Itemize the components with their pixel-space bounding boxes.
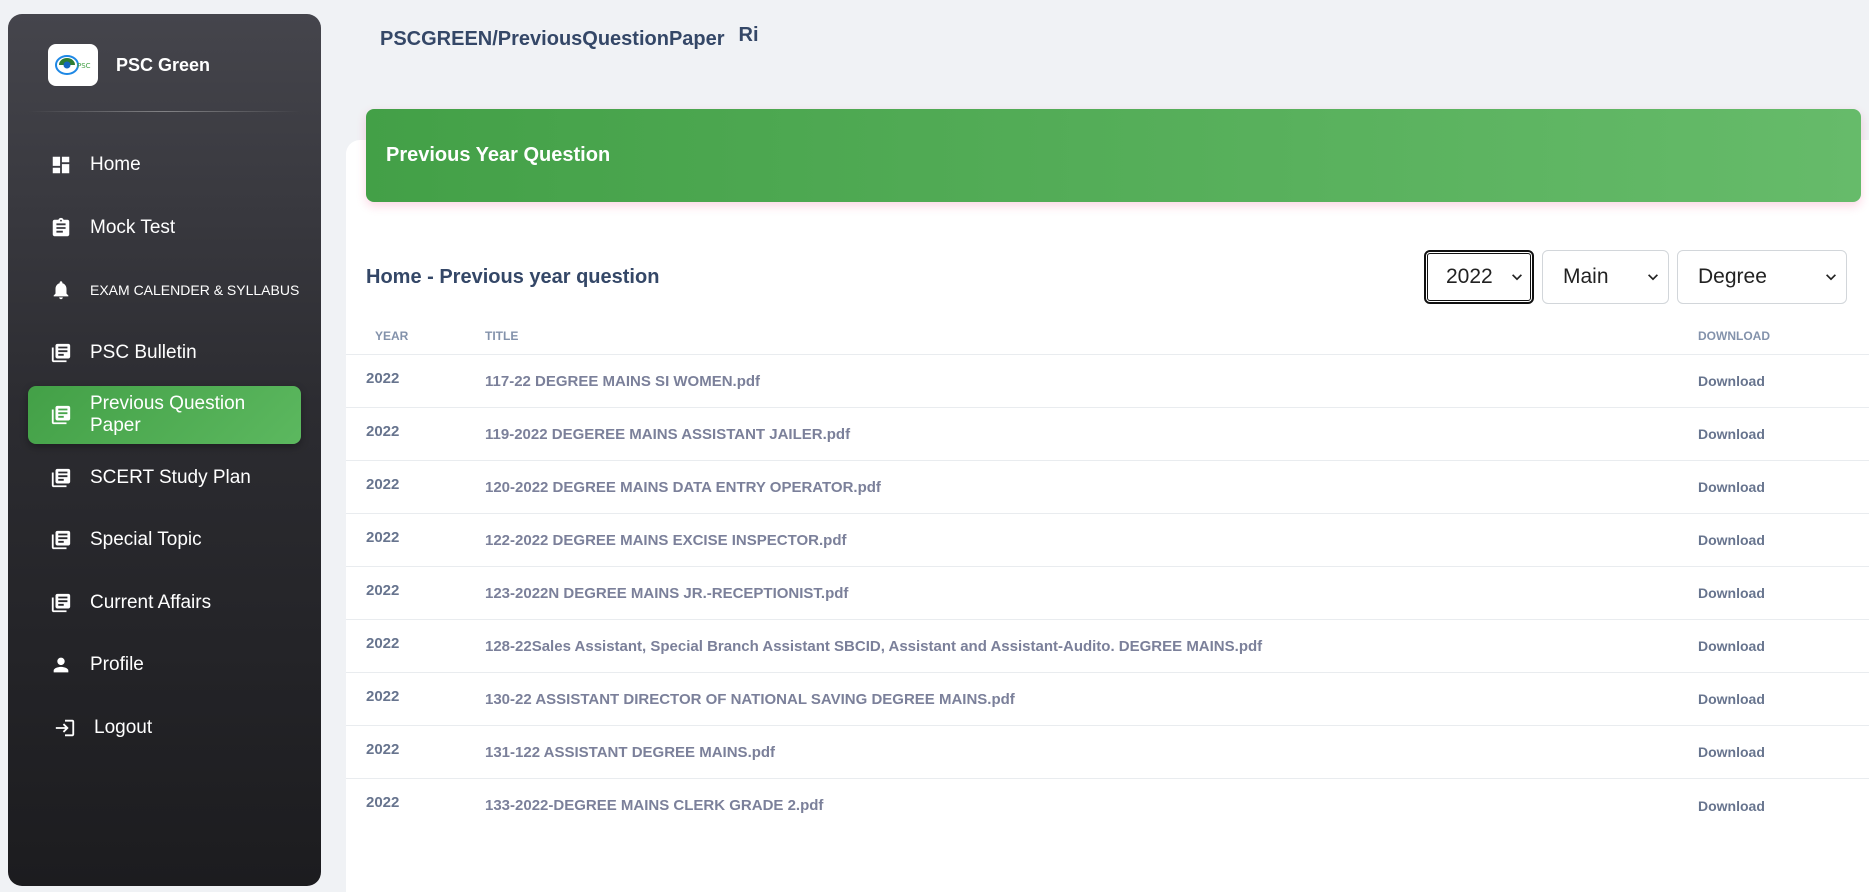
brand[interactable]: PSC PSC Green: [48, 44, 210, 86]
table-row: 2022 119-2022 DEGEREE MAINS ASSISTANT JA…: [346, 408, 1869, 461]
column-header-title: TITLE: [485, 329, 519, 343]
sidebar-item-previous-question-paper[interactable]: Previous Question Paper: [28, 386, 301, 444]
page-banner: Previous Year Question: [366, 109, 1861, 202]
year-select-value: 2022: [1446, 265, 1493, 288]
sidebar-item-logout[interactable]: Logout: [28, 699, 301, 757]
row-year: 2022: [366, 634, 400, 652]
table-row: 2022 117-22 DEGREE MAINS SI WOMEN.pdf Do…: [346, 355, 1869, 408]
row-title: 133-2022-DEGREE MAINS CLERK GRADE 2.pdf: [485, 797, 824, 814]
table-row: 2022 130-22 ASSISTANT DIRECTOR OF NATION…: [346, 673, 1869, 726]
psc-green-logo-icon: PSC: [55, 55, 91, 75]
chevron-down-icon: [1826, 274, 1836, 281]
table-row: 2022 120-2022 DEGREE MAINS DATA ENTRY OP…: [346, 461, 1869, 514]
table-row: 2022 123-2022N DEGREE MAINS JR.-RECEPTIO…: [346, 567, 1869, 620]
row-title: 119-2022 DEGEREE MAINS ASSISTANT JAILER.…: [485, 425, 851, 443]
sidebar-item-label: Current Affairs: [90, 591, 212, 613]
question-paper-table: YEAR TITLE DOWNLOAD 2022 117-22 DEGREE M…: [346, 318, 1869, 832]
library-icon: [48, 340, 74, 366]
download-link[interactable]: Download: [1698, 744, 1869, 760]
table-row: 2022 128-22Sales Assistant, Special Bran…: [346, 620, 1869, 673]
row-year: 2022: [366, 740, 400, 758]
sidebar-item-profile[interactable]: Profile: [28, 636, 301, 694]
person-icon: [48, 652, 74, 678]
download-link[interactable]: Download: [1698, 798, 1869, 814]
row-title: 123-2022N DEGREE MAINS JR.-RECEPTIONIST.…: [485, 584, 849, 602]
brand-name: PSC Green: [116, 54, 211, 75]
sidebar-item-label: Special Topic: [90, 529, 202, 550]
download-link[interactable]: Download: [1698, 479, 1869, 495]
row-title: 122-2022 DEGREE MAINS EXCISE INSPECTOR.p…: [485, 531, 847, 549]
table-row: 2022 131-122 ASSISTANT DEGREE MAINS.pdf …: [346, 726, 1869, 779]
bell-icon: [48, 277, 74, 303]
column-header-year: YEAR: [375, 329, 409, 343]
page-title: Previous Year Question: [386, 144, 611, 166]
top-navbar: PSCGREEN/PreviousQuestionPaper Ri: [380, 24, 759, 51]
sidebar-item-special-topic[interactable]: Special Topic: [28, 511, 301, 569]
sidebar-item-exam-calendar[interactable]: EXAM CALENDER & SYLLABUS: [28, 261, 301, 319]
download-link[interactable]: Download: [1698, 585, 1869, 601]
login-icon: [52, 715, 78, 741]
sidebar-item-label: Mock Test: [90, 216, 176, 238]
qualification-select[interactable]: Degree: [1677, 250, 1847, 304]
library-icon: [48, 402, 74, 428]
breadcrumb[interactable]: PSCGREEN/PreviousQuestionPaper: [380, 28, 725, 51]
exam-type-select[interactable]: Main: [1542, 250, 1669, 304]
column-header-download: DOWNLOAD: [1698, 329, 1770, 343]
qualification-select-value: Degree: [1698, 265, 1767, 288]
sidebar-item-label: Home: [90, 154, 141, 175]
table-row: 2022 122-2022 DEGREE MAINS EXCISE INSPEC…: [346, 514, 1869, 567]
library-icon: [48, 465, 74, 491]
row-year: 2022: [366, 475, 400, 493]
download-link[interactable]: Download: [1698, 691, 1869, 707]
row-title: 130-22 ASSISTANT DIRECTOR OF NATIONAL SA…: [485, 690, 1015, 708]
sidebar-item-home[interactable]: Home: [28, 136, 301, 194]
download-link[interactable]: Download: [1698, 532, 1869, 548]
brand-logo: PSC: [48, 44, 98, 86]
download-link[interactable]: Download: [1698, 638, 1869, 654]
row-title: 117-22 DEGREE MAINS SI WOMEN.pdf: [485, 372, 761, 390]
sidebar-nav: Home Mock Test EXAM CALENDER & SYLLABUS …: [28, 136, 301, 761]
brand-logo-text: PSC: [77, 62, 91, 70]
filter-bar: 2022 Main Degree: [1424, 250, 1847, 304]
download-link[interactable]: Download: [1698, 426, 1869, 442]
row-title: 120-2022 DEGREE MAINS DATA ENTRY OPERATO…: [485, 478, 881, 496]
row-year: 2022: [366, 794, 400, 811]
exam-type-select-value: Main: [1563, 265, 1609, 288]
sidebar-item-psc-bulletin[interactable]: PSC Bulletin: [28, 324, 301, 382]
row-year: 2022: [366, 581, 400, 599]
sidebar-item-label: Logout: [94, 716, 153, 738]
library-icon: [48, 527, 74, 553]
chevron-down-icon: [1648, 274, 1658, 281]
library-icon: [48, 590, 74, 616]
table-row: 2022 133-2022-DEGREE MAINS CLERK GRADE 2…: [346, 779, 1869, 832]
row-year: 2022: [366, 687, 400, 705]
row-year: 2022: [366, 528, 400, 546]
clipboard-icon: [48, 215, 74, 241]
download-link[interactable]: Download: [1698, 373, 1869, 389]
sidebar-item-mock-test[interactable]: Mock Test: [28, 199, 301, 257]
sidebar-item-label: Profile: [90, 654, 144, 675]
row-title: 128-22Sales Assistant, Special Branch As…: [485, 637, 1263, 655]
chevron-down-icon: [1512, 274, 1522, 281]
sidebar-item-label: PSC Bulletin: [90, 341, 197, 363]
sidebar-item-current-affairs[interactable]: Current Affairs: [28, 574, 301, 632]
row-year: 2022: [366, 422, 400, 440]
sidebar-divider: [28, 111, 301, 112]
row-title: 131-122 ASSISTANT DEGREE MAINS.pdf: [485, 743, 776, 761]
user-initials[interactable]: Ri: [739, 24, 759, 47]
year-select[interactable]: 2022: [1424, 250, 1534, 304]
table-header: YEAR TITLE DOWNLOAD: [346, 318, 1869, 355]
section-title: Home - Previous year question: [366, 266, 660, 288]
sidebar-item-scert-study-plan[interactable]: SCERT Study Plan: [28, 449, 301, 507]
sidebar-item-label: SCERT Study Plan: [90, 466, 251, 488]
sidebar-item-label: Previous Question Paper: [89, 393, 246, 436]
sidebar-item-label: EXAM CALENDER & SYLLABUS: [90, 282, 300, 298]
sidebar: PSC PSC Green Home Mock Test EXAM CALEND…: [8, 14, 321, 886]
dashboard-icon: [48, 152, 74, 178]
row-year: 2022: [366, 369, 400, 387]
